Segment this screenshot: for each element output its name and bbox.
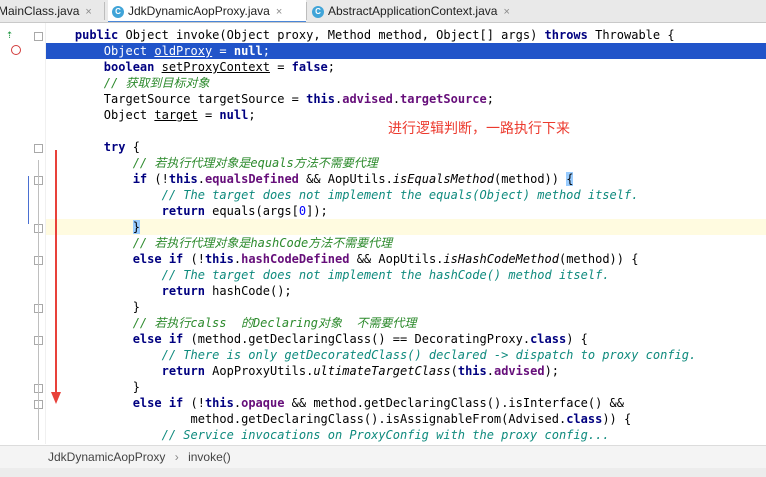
annotation-arrow-head xyxy=(51,392,61,404)
breadcrumb: JdkDynamicAopProxy › invoke() xyxy=(0,445,766,468)
status-bar xyxy=(0,468,766,477)
breadcrumb-separator: › xyxy=(174,450,179,464)
annotation-overlay xyxy=(51,150,61,404)
breadcrumb-method[interactable]: invoke() xyxy=(188,450,231,464)
breadcrumb-class[interactable]: JdkDynamicAopProxy xyxy=(48,450,165,464)
